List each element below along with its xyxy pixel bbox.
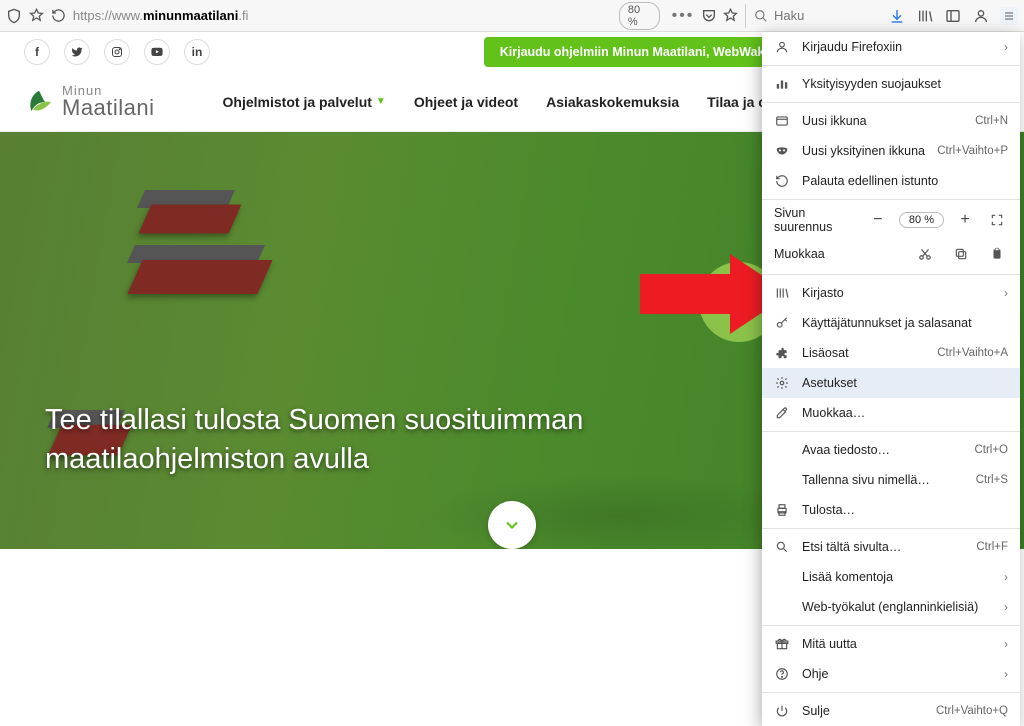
menu-whatsnew[interactable]: Mitä uutta › bbox=[762, 629, 1020, 659]
restore-icon bbox=[774, 174, 790, 188]
zoom-badge[interactable]: 80 % bbox=[619, 2, 660, 30]
nav-testimonials[interactable]: Asiakaskokemuksia bbox=[546, 94, 679, 110]
paste-button[interactable] bbox=[986, 243, 1008, 265]
browser-toolbar: https://www. minunmaatilani .fi 80 % ••• bbox=[0, 0, 1024, 32]
gift-icon bbox=[774, 637, 790, 651]
chart-icon bbox=[774, 77, 790, 91]
scroll-down-button[interactable] bbox=[488, 501, 536, 549]
menu-library[interactable]: Kirjasto › bbox=[762, 278, 1020, 308]
zoom-out-button[interactable]: − bbox=[867, 209, 889, 231]
star-icon[interactable] bbox=[28, 7, 44, 25]
fullscreen-button[interactable] bbox=[986, 209, 1008, 231]
window-icon bbox=[774, 114, 790, 128]
shield-icon[interactable] bbox=[6, 7, 22, 25]
linkedin-icon[interactable]: in bbox=[184, 39, 210, 65]
power-icon bbox=[774, 704, 790, 718]
menu-devtools[interactable]: Web-työkalut (englanninkielisiä) › bbox=[762, 592, 1020, 622]
print-icon bbox=[774, 503, 790, 517]
app-menu-panel: Kirjaudu Firefoxiin › Yksityisyyden suoj… bbox=[762, 32, 1020, 726]
leaf-logo-icon bbox=[24, 87, 54, 117]
refresh-icon[interactable] bbox=[51, 7, 67, 25]
logo-line2: Maatilani bbox=[62, 97, 155, 119]
menu-edit-row: Muokkaa bbox=[762, 237, 1020, 271]
zoom-value[interactable]: 80 % bbox=[899, 212, 944, 228]
menu-help[interactable]: Ohje › bbox=[762, 659, 1020, 689]
menu-restore-session[interactable]: Palauta edellinen istunto bbox=[762, 166, 1020, 196]
page-actions-icon[interactable]: ••• bbox=[672, 7, 695, 25]
social-links: f in bbox=[24, 39, 210, 65]
menu-privacy[interactable]: Yksityisyyden suojaukset bbox=[762, 69, 1020, 99]
url-host: minunmaatilani bbox=[143, 8, 238, 23]
site-logo[interactable]: Minun Maatilani bbox=[24, 84, 155, 119]
search-box[interactable] bbox=[745, 4, 874, 28]
downloads-icon[interactable] bbox=[888, 7, 906, 25]
menu-new-private[interactable]: Uusi yksityinen ikkuna Ctrl+Vaihto+P bbox=[762, 136, 1020, 166]
url-protocol: https://www. bbox=[73, 8, 143, 23]
search-input[interactable] bbox=[774, 8, 874, 23]
chevron-right-icon: › bbox=[1004, 600, 1008, 614]
url-tld: .fi bbox=[238, 8, 248, 23]
key-icon bbox=[774, 316, 790, 330]
library-icon[interactable] bbox=[916, 7, 934, 25]
menu-zoom-row: Sivun suurennus − 80 % + bbox=[762, 203, 1020, 237]
account-icon[interactable] bbox=[972, 7, 990, 25]
hamburger-menu-icon[interactable] bbox=[1000, 7, 1018, 25]
nav-products[interactable]: Ohjelmistot ja palvelut▼ bbox=[223, 94, 386, 110]
chevron-right-icon: › bbox=[1004, 40, 1008, 54]
menu-customize[interactable]: Muokkaa… bbox=[762, 398, 1020, 428]
hero-barn-2 bbox=[135, 257, 265, 297]
gear-icon bbox=[774, 376, 790, 390]
twitter-icon[interactable] bbox=[64, 39, 90, 65]
menu-save-page[interactable]: Tallenna sivu nimellä… Ctrl+S bbox=[762, 465, 1020, 495]
menu-open-file[interactable]: Avaa tiedosto… Ctrl+O bbox=[762, 435, 1020, 465]
brush-icon bbox=[774, 406, 790, 420]
help-icon bbox=[774, 667, 790, 681]
menu-logins[interactable]: Käyttäjätunnukset ja salasanat bbox=[762, 308, 1020, 338]
chevron-right-icon: › bbox=[1004, 286, 1008, 300]
menu-new-window[interactable]: Uusi ikkuna Ctrl+N bbox=[762, 106, 1020, 136]
sidebar-icon[interactable] bbox=[944, 7, 962, 25]
menu-more[interactable]: Lisää komentoja › bbox=[762, 562, 1020, 592]
mask-icon bbox=[774, 144, 790, 158]
search-icon bbox=[754, 9, 768, 23]
chevron-right-icon: › bbox=[1004, 570, 1008, 584]
bookmark-star-icon[interactable] bbox=[723, 7, 739, 25]
address-bar[interactable]: https://www. minunmaatilani .fi bbox=[73, 4, 613, 28]
facebook-icon[interactable]: f bbox=[24, 39, 50, 65]
library-icon bbox=[774, 286, 790, 300]
menu-addons[interactable]: Lisäosat Ctrl+Vaihto+A bbox=[762, 338, 1020, 368]
chevron-right-icon: › bbox=[1004, 667, 1008, 681]
nav-guides[interactable]: Ohjeet ja videot bbox=[414, 94, 518, 110]
zoom-in-button[interactable]: + bbox=[954, 209, 976, 231]
puzzle-icon bbox=[774, 346, 790, 360]
instagram-icon[interactable] bbox=[104, 39, 130, 65]
search-icon bbox=[774, 540, 790, 554]
pocket-icon[interactable] bbox=[700, 7, 716, 25]
youtube-icon[interactable] bbox=[144, 39, 170, 65]
menu-print[interactable]: Tulosta… bbox=[762, 495, 1020, 525]
menu-find[interactable]: Etsi tältä sivulta… Ctrl+F bbox=[762, 532, 1020, 562]
account-icon bbox=[774, 40, 790, 54]
chevron-down-icon: ▼ bbox=[376, 96, 386, 107]
chevron-right-icon: › bbox=[1004, 637, 1008, 651]
menu-quit[interactable]: Sulje Ctrl+Vaihto+Q bbox=[762, 696, 1020, 726]
chevron-down-icon bbox=[502, 515, 522, 535]
hero-headline: Tee tilallasi tulosta Suomen suosituimma… bbox=[45, 401, 665, 479]
cut-button[interactable] bbox=[914, 243, 936, 265]
menu-settings[interactable]: Asetukset bbox=[762, 368, 1020, 398]
copy-button[interactable] bbox=[950, 243, 972, 265]
menu-signin[interactable]: Kirjaudu Firefoxiin › bbox=[762, 32, 1020, 62]
hero-barn-1 bbox=[145, 202, 235, 236]
